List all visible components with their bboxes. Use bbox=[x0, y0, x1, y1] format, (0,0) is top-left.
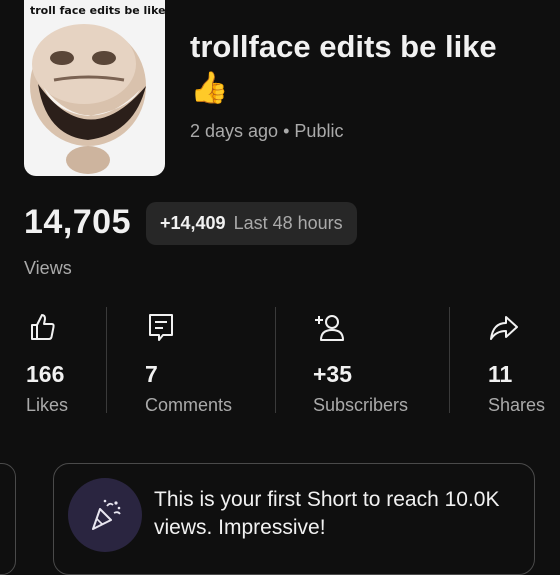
likes-value: 166 bbox=[26, 361, 65, 387]
trollface-image bbox=[30, 24, 146, 174]
views-label: Views bbox=[24, 258, 72, 278]
shares-label: Shares bbox=[488, 395, 546, 415]
stat-divider bbox=[106, 307, 107, 413]
subscribers-value: +35 bbox=[313, 361, 353, 387]
stat-divider bbox=[275, 307, 276, 413]
thumbs-up-icon bbox=[31, 314, 55, 340]
previous-card[interactable] bbox=[0, 463, 16, 575]
visibility-status[interactable]: Public bbox=[294, 121, 343, 141]
party-popper-icon bbox=[92, 499, 121, 530]
comment-icon bbox=[149, 314, 173, 341]
views-delta-chip: +14,409 Last 48 hours bbox=[146, 202, 357, 245]
add-person-icon bbox=[315, 315, 344, 341]
views-delta: +14,409 bbox=[160, 213, 226, 233]
share-arrow-icon bbox=[490, 316, 518, 340]
milestone-card[interactable]: This is your first Short to reach 10.0K … bbox=[53, 463, 535, 575]
comments-label: Comments bbox=[145, 395, 233, 415]
milestone-message: This is your first Short to reach 10.0K … bbox=[154, 488, 500, 539]
party-badge bbox=[68, 478, 142, 552]
video-title[interactable]: trollface edits be like👍 bbox=[190, 26, 520, 108]
views-count: 14,705 bbox=[24, 203, 131, 241]
meta-separator: • bbox=[283, 121, 290, 141]
likes-label: Likes bbox=[26, 395, 69, 415]
video-thumbnail[interactable]: troll face edits be like bbox=[24, 0, 165, 176]
views-delta-period: Last 48 hours bbox=[233, 213, 343, 233]
upload-age: 2 days ago bbox=[190, 121, 279, 141]
comments-value: 7 bbox=[145, 361, 158, 387]
video-meta: 2 days ago • Public bbox=[190, 121, 343, 142]
subscribers-label: Subscribers bbox=[313, 395, 409, 415]
stat-divider bbox=[449, 307, 450, 413]
shares-value: 11 bbox=[488, 361, 513, 387]
